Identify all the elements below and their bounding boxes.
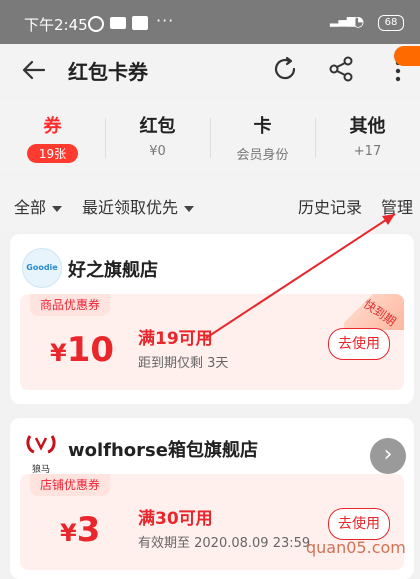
annotation-arrow: [205, 213, 396, 339]
watermark: quan05.com: [306, 538, 406, 557]
